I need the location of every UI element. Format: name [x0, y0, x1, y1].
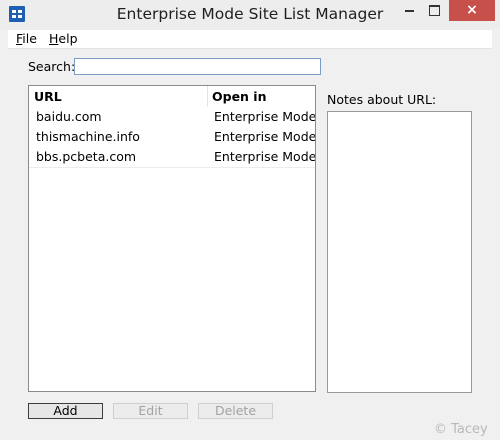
close-button[interactable]: × [449, 0, 495, 21]
notes-textarea[interactable] [327, 111, 472, 393]
menu-file-label: ile [22, 31, 37, 46]
search-label: Search: [28, 59, 76, 74]
list-row[interactable]: bbs.pcbeta.com Enterprise Mode [29, 147, 315, 168]
row-open-in: Enterprise Mode [214, 149, 316, 164]
column-divider[interactable] [207, 86, 208, 107]
app-window: Enterprise Mode Site List Manager × File… [0, 0, 500, 440]
menu-file[interactable]: File [16, 31, 37, 47]
menu-help-label: elp [58, 31, 78, 46]
site-list[interactable]: URL Open in baidu.com Enterprise Mode th… [28, 85, 316, 392]
row-open-in: Enterprise Mode [214, 109, 316, 124]
list-row[interactable]: thismachine.info Enterprise Mode [29, 127, 315, 148]
maximize-icon [429, 5, 440, 16]
row-open-in: Enterprise Mode [214, 129, 316, 144]
list-row[interactable]: baidu.com Enterprise Mode [29, 107, 315, 128]
edit-button[interactable]: Edit [113, 403, 188, 419]
minimize-button[interactable] [396, 0, 422, 21]
delete-button[interactable]: Delete [198, 403, 273, 419]
column-header-url[interactable]: URL [34, 86, 62, 107]
title-bar[interactable]: Enterprise Mode Site List Manager × [0, 0, 500, 30]
column-header-open-in[interactable]: Open in [212, 86, 267, 107]
row-url: thismachine.info [36, 129, 140, 144]
row-url: baidu.com [36, 109, 102, 124]
minimize-icon [405, 10, 414, 12]
search-input[interactable] [74, 58, 321, 75]
row-url: bbs.pcbeta.com [36, 149, 137, 164]
list-header: URL Open in [29, 86, 315, 108]
maximize-button[interactable] [422, 0, 447, 21]
close-icon: × [466, 2, 478, 18]
watermark: © Tacey [434, 422, 488, 437]
menu-bar: File Help [8, 30, 492, 49]
menu-help-mnemonic: H [49, 31, 59, 46]
notes-label: Notes about URL: [327, 92, 437, 107]
menu-help[interactable]: Help [49, 31, 78, 47]
add-button[interactable]: Add [28, 403, 103, 419]
